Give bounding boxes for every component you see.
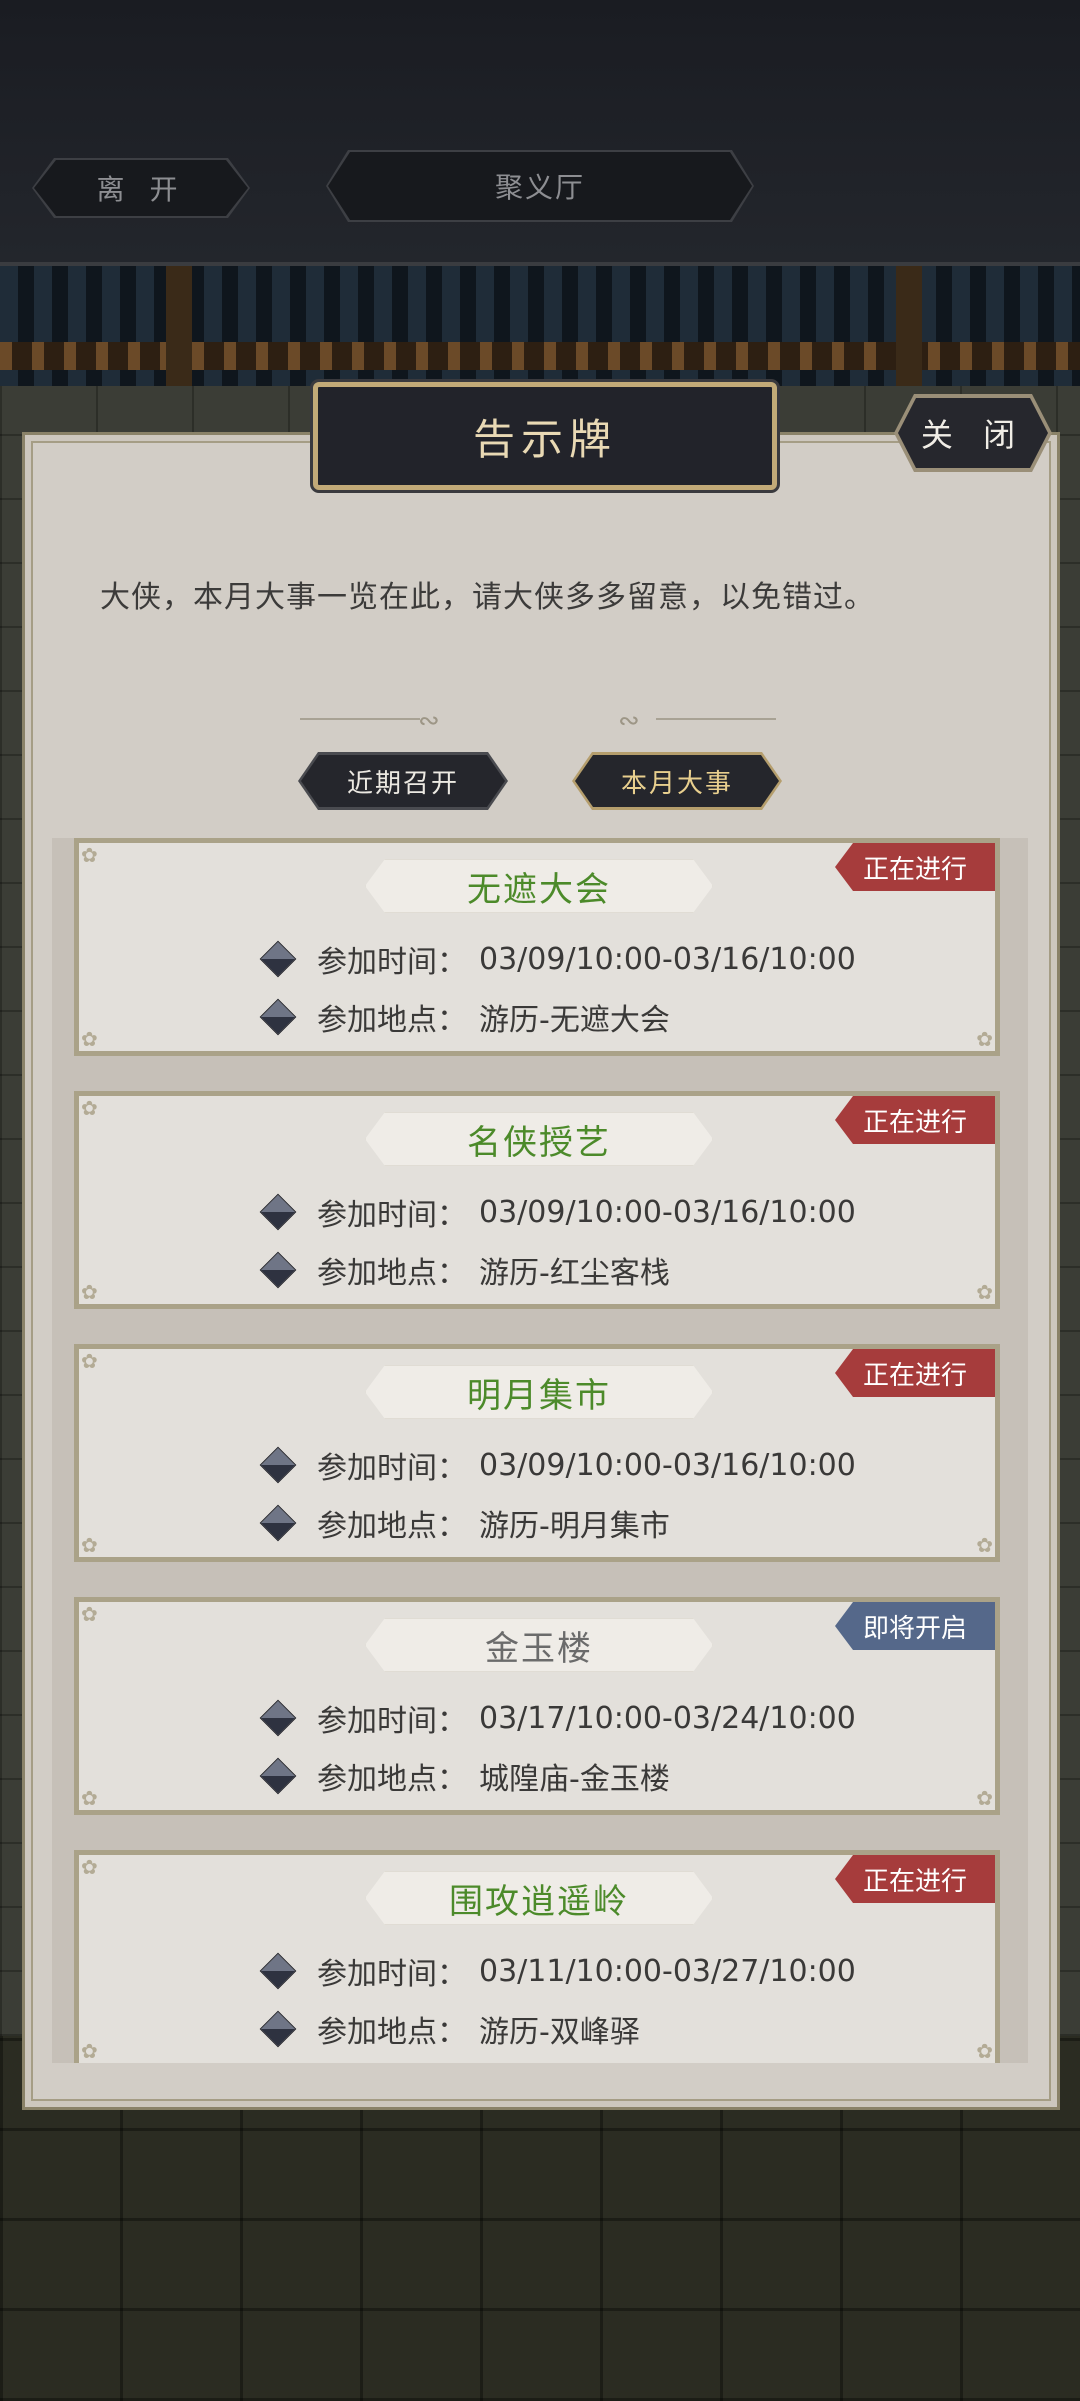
corner-ornament: ✿ (81, 1855, 98, 1879)
corner-ornament: ✿ (976, 1786, 993, 1810)
time-value: 03/17/10:00-03/24/10:00 (479, 1700, 856, 1736)
close-button[interactable]: 关 闭 (894, 394, 1052, 472)
corner-ornament: ✿ (81, 843, 98, 867)
place-value: 游历-双峰驿 (479, 2015, 640, 2050)
place-value: 游历-明月集市 (479, 1509, 670, 1544)
tab-this-month-label: 本月大事 (620, 768, 733, 799)
status-badge: 正在进行 (835, 1096, 995, 1144)
diamond-bullet-icon (259, 1251, 297, 1289)
hall-title-label: 聚义厅 (494, 171, 585, 204)
status-badge: 即将开启 (835, 1602, 995, 1650)
time-label: 参加时间： (317, 1198, 467, 1233)
event-time-row: 参加时间： 03/09/10:00-03/16/10:00 (259, 937, 856, 981)
event-place-row: 参加地点： 游历-明月集市 (259, 1501, 670, 1545)
divider-right (656, 718, 776, 720)
divider-left (300, 718, 420, 720)
corner-ornament: ✿ (976, 1280, 993, 1304)
diamond-bullet-icon (259, 1446, 297, 1484)
event-place-row: 参加地点： 游历-红尘客栈 (259, 1248, 670, 1292)
tab-recent[interactable]: 近期召开 (298, 752, 508, 810)
event-list[interactable]: ✿ ✿ ✿ 无遮大会 正在进行 参加时间： 03/09/10:00-03/16/… (52, 838, 1028, 2063)
event-card[interactable]: ✿ ✿ ✿ 无遮大会 正在进行 参加时间： 03/09/10:00-03/16/… (74, 838, 1000, 1056)
event-place-row: 参加地点： 游历-无遮大会 (259, 995, 670, 1039)
diamond-bullet-icon (259, 940, 297, 978)
corner-ornament: ✿ (81, 2039, 98, 2063)
leave-button-label: 离 开 (96, 173, 186, 206)
top-bar: 离 开 聚义厅 (0, 0, 1080, 266)
event-card[interactable]: ✿ ✿ ✿ 金玉楼 即将开启 参加时间： 03/17/10:00-03/24/1… (74, 1597, 1000, 1815)
place-label: 参加地点： (317, 1762, 467, 1797)
time-value: 03/11/10:00-03/27/10:00 (479, 1953, 856, 1989)
time-value: 03/09/10:00-03/16/10:00 (479, 1447, 856, 1483)
tab-recent-label: 近期召开 (346, 768, 459, 799)
hall-title: 聚义厅 (328, 152, 752, 220)
time-label: 参加时间： (317, 945, 467, 980)
diamond-bullet-icon (259, 1952, 297, 1990)
place-label: 参加地点： (317, 1256, 467, 1291)
panel-title: 告示牌 (313, 382, 777, 490)
close-button-label: 关 闭 (920, 416, 1026, 454)
time-label: 参加时间： (317, 1704, 467, 1739)
place-label: 参加地点： (317, 1003, 467, 1038)
event-name: 金玉楼 (365, 1618, 713, 1672)
corner-ornament: ✿ (976, 1027, 993, 1051)
event-time-row: 参加时间： 03/09/10:00-03/16/10:00 (259, 1190, 856, 1234)
divider-ornament-right: ∾ (618, 706, 640, 736)
time-value: 03/09/10:00-03/16/10:00 (479, 1194, 856, 1230)
place-value: 城隍庙-金玉楼 (479, 1762, 670, 1797)
diamond-bullet-icon (259, 1504, 297, 1542)
event-place-row: 参加地点： 城隍庙-金玉楼 (259, 1754, 670, 1798)
status-badge: 正在进行 (835, 843, 995, 891)
corner-ornament: ✿ (81, 1786, 98, 1810)
diamond-bullet-icon (259, 2010, 297, 2048)
event-name: 围攻逍遥岭 (365, 1871, 713, 1925)
event-card[interactable]: ✿ ✿ ✿ 明月集市 正在进行 参加时间： 03/09/10:00-03/16/… (74, 1344, 1000, 1562)
corner-ornament: ✿ (81, 1280, 98, 1304)
event-name: 名侠授艺 (365, 1112, 713, 1166)
corner-ornament: ✿ (976, 2039, 993, 2063)
tab-this-month[interactable]: 本月大事 (572, 752, 782, 810)
corner-ornament: ✿ (81, 1096, 98, 1120)
event-time-row: 参加时间： 03/09/10:00-03/16/10:00 (259, 1443, 856, 1487)
event-time-row: 参加时间： 03/11/10:00-03/27/10:00 (259, 1949, 856, 1993)
corner-ornament: ✿ (81, 1533, 98, 1557)
diamond-bullet-icon (259, 1757, 297, 1795)
corner-ornament: ✿ (81, 1349, 98, 1373)
diamond-bullet-icon (259, 1193, 297, 1231)
event-name: 无遮大会 (365, 859, 713, 913)
event-card[interactable]: ✿ ✿ ✿ 名侠授艺 正在进行 参加时间： 03/09/10:00-03/16/… (74, 1091, 1000, 1309)
place-value: 游历-无遮大会 (479, 1003, 670, 1038)
panel-title-label: 告示牌 (472, 414, 617, 464)
place-label: 参加地点： (317, 2015, 467, 2050)
corner-ornament: ✿ (81, 1027, 98, 1051)
event-name: 明月集市 (365, 1365, 713, 1419)
time-label: 参加时间： (317, 1957, 467, 1992)
time-label: 参加时间： (317, 1451, 467, 1486)
status-badge: 正在进行 (835, 1349, 995, 1397)
place-value: 游历-红尘客栈 (479, 1256, 670, 1291)
place-label: 参加地点： (317, 1509, 467, 1544)
divider-ornament-left: ∾ (418, 706, 440, 736)
corner-ornament: ✿ (81, 1602, 98, 1626)
time-value: 03/09/10:00-03/16/10:00 (479, 941, 856, 977)
corner-ornament: ✿ (976, 1533, 993, 1557)
status-badge: 正在进行 (835, 1855, 995, 1903)
diamond-bullet-icon (259, 998, 297, 1036)
event-time-row: 参加时间： 03/17/10:00-03/24/10:00 (259, 1696, 856, 1740)
intro-text: 大侠，本月大事一览在此，请大侠多多留意，以免错过。 (100, 580, 875, 615)
event-place-row: 参加地点： 游历-双峰驿 (259, 2007, 640, 2051)
leave-button[interactable]: 离 开 (34, 160, 248, 216)
diamond-bullet-icon (259, 1699, 297, 1737)
event-card[interactable]: ✿ ✿ ✿ 围攻逍遥岭 正在进行 参加时间： 03/11/10:00-03/27… (74, 1850, 1000, 2063)
